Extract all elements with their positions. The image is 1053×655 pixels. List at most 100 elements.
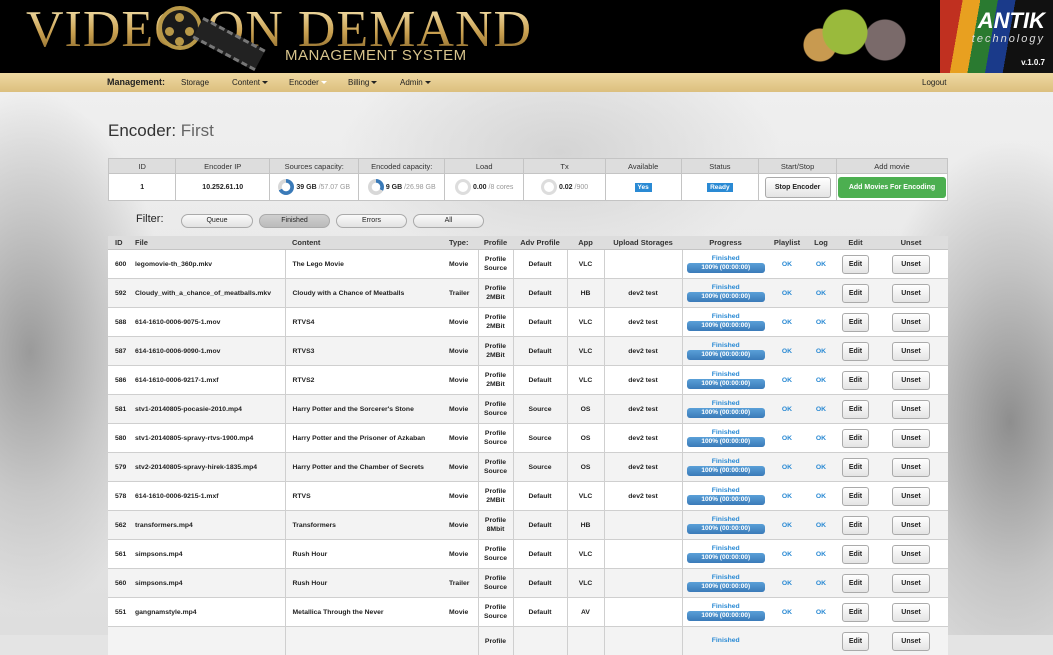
playlist-ok-link[interactable]: OK <box>782 551 792 558</box>
unset-button[interactable]: Unset <box>892 458 929 477</box>
log-ok-link[interactable]: OK <box>816 551 826 558</box>
logout-link[interactable]: Logout <box>922 78 946 87</box>
log-ok-link[interactable]: OK <box>816 290 826 297</box>
log-ok-link[interactable]: OK <box>816 522 826 529</box>
job-id: 579 <box>108 453 128 482</box>
playlist-ok-link[interactable]: OK <box>782 261 792 268</box>
log-ok-link[interactable]: OK <box>816 406 826 413</box>
job-playlist: OK <box>769 598 805 627</box>
playlist-ok-link[interactable]: OK <box>782 406 792 413</box>
job-upload-storage: dev2 test <box>604 308 682 337</box>
playlist-ok-link[interactable]: OK <box>782 580 792 587</box>
log-ok-link[interactable]: OK <box>816 377 826 384</box>
edit-button[interactable]: Edit <box>842 545 869 564</box>
playlist-ok-link[interactable]: OK <box>782 609 792 616</box>
playlist-ok-link[interactable]: OK <box>782 435 792 442</box>
playlist-ok-link[interactable]: OK <box>782 493 792 500</box>
edit-button[interactable]: Edit <box>842 342 869 361</box>
job-edit: Edit <box>837 627 874 655</box>
nav-item-encoder[interactable]: Encoder <box>289 78 327 87</box>
stop-encoder-button[interactable]: Stop Encoder <box>765 177 831 198</box>
edit-button[interactable]: Edit <box>842 313 869 332</box>
edit-button[interactable]: Edit <box>842 371 869 390</box>
edit-button[interactable]: Edit <box>842 255 869 274</box>
job-unset: Unset <box>874 482 948 511</box>
unset-button[interactable]: Unset <box>892 429 929 448</box>
edit-button[interactable]: Edit <box>842 574 869 593</box>
playlist-ok-link[interactable]: OK <box>782 319 792 326</box>
unset-button[interactable]: Unset <box>892 487 929 506</box>
table-row: 587614-1610-0006-9090-1.movRTVS3MoviePro… <box>108 337 948 366</box>
sources-capacity: 39 GB /57.07 GB <box>270 174 359 201</box>
log-ok-link[interactable]: OK <box>816 435 826 442</box>
playlist-ok-link[interactable]: OK <box>782 290 792 297</box>
nav-item-storage[interactable]: Storage <box>181 78 209 87</box>
edit-button[interactable]: Edit <box>842 400 869 419</box>
log-ok-link[interactable]: OK <box>816 580 826 587</box>
job-unset: Unset <box>874 453 948 482</box>
nav-item-admin[interactable]: Admin <box>400 78 431 87</box>
encoded-capacity: 9 GB /26.98 GB <box>359 174 445 201</box>
unset-button[interactable]: Unset <box>892 371 929 390</box>
job-log: OK <box>805 308 837 337</box>
edit-button[interactable]: Edit <box>842 487 869 506</box>
job-app: OS <box>567 424 604 453</box>
log-ok-link[interactable]: OK <box>816 464 826 471</box>
unset-button[interactable]: Unset <box>892 400 929 419</box>
edit-button[interactable]: Edit <box>842 284 869 303</box>
job-log: OK <box>805 337 837 366</box>
progress-bar: 100% (00:00:00) <box>687 321 765 331</box>
nav-item-content[interactable]: Content <box>232 78 268 87</box>
column-header: File <box>128 236 285 250</box>
nav-item-billing[interactable]: Billing <box>348 78 377 87</box>
log-ok-link[interactable]: OK <box>816 261 826 268</box>
log-ok-link[interactable]: OK <box>816 348 826 355</box>
playlist-ok-link[interactable]: OK <box>782 377 792 384</box>
log-ok-link[interactable]: OK <box>816 609 826 616</box>
filter-all-button[interactable]: All <box>413 214 484 228</box>
unset-button[interactable]: Unset <box>892 632 929 651</box>
edit-button[interactable]: Edit <box>842 603 869 622</box>
filter-queue-button[interactable]: Queue <box>181 214 253 228</box>
job-profile: ProfileSource <box>478 395 513 424</box>
progress-status: Finished <box>683 342 770 350</box>
job-file <box>128 627 285 655</box>
job-id: 586 <box>108 366 128 395</box>
profile-label: Profile <box>479 429 513 438</box>
job-content: Rush Hour <box>285 540 442 569</box>
unset-button[interactable]: Unset <box>892 284 929 303</box>
unset-button[interactable]: Unset <box>892 516 929 535</box>
job-adv-profile: Default <box>513 337 567 366</box>
unset-button[interactable]: Unset <box>892 603 929 622</box>
unset-button[interactable]: Unset <box>892 545 929 564</box>
unset-button[interactable]: Unset <box>892 255 929 274</box>
unset-button[interactable]: Unset <box>892 342 929 361</box>
unset-button[interactable]: Unset <box>892 313 929 332</box>
filter-finished-button[interactable]: Finished <box>259 214 330 228</box>
playlist-ok-link[interactable]: OK <box>782 464 792 471</box>
edit-button[interactable]: Edit <box>842 458 869 477</box>
job-type: Trailer <box>442 279 478 308</box>
job-playlist: OK <box>769 366 805 395</box>
edit-button[interactable]: Edit <box>842 429 869 448</box>
playlist-ok-link[interactable]: OK <box>782 348 792 355</box>
edit-button[interactable]: Edit <box>842 516 869 535</box>
log-ok-link[interactable]: OK <box>816 319 826 326</box>
profile-value: Source <box>479 264 513 273</box>
add-movies-button[interactable]: Add Movies For Encoding <box>838 177 946 198</box>
summary-header: Sources capacity: <box>270 159 359 174</box>
job-edit: Edit <box>837 569 874 598</box>
playlist-ok-link[interactable]: OK <box>782 522 792 529</box>
unset-button[interactable]: Unset <box>892 574 929 593</box>
log-ok-link[interactable]: OK <box>816 493 826 500</box>
summary-header: Start/Stop <box>759 159 837 174</box>
job-app: VLC <box>567 366 604 395</box>
column-header: Playlist <box>769 236 805 250</box>
job-playlist: OK <box>769 511 805 540</box>
edit-button[interactable]: Edit <box>842 632 869 651</box>
filter-errors-button[interactable]: Errors <box>336 214 407 228</box>
profile-value: Source <box>479 554 513 563</box>
job-app: VLC <box>567 569 604 598</box>
job-edit: Edit <box>837 540 874 569</box>
job-id: 588 <box>108 308 128 337</box>
